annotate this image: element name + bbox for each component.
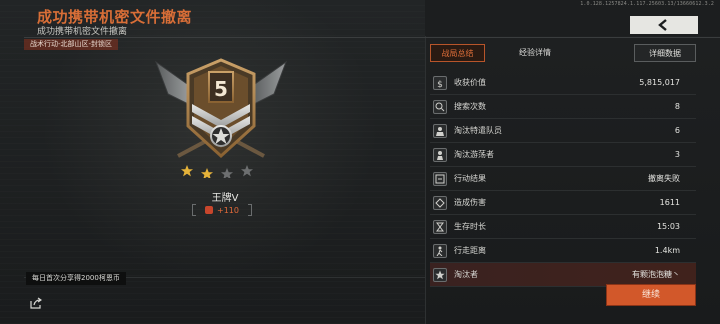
player-name: 王牌V <box>211 193 239 204</box>
stat-row-damage: 造成伤害 1611 <box>430 191 696 215</box>
search-icon <box>433 99 447 114</box>
soldier-icon <box>433 123 447 138</box>
bracket-left <box>192 204 196 216</box>
tab-experience[interactable]: 经验详情 <box>510 44 560 62</box>
stat-label: 造成伤害 <box>454 198 486 207</box>
stat-row-value: $ 收获价值 5,815,017 <box>430 71 696 95</box>
stat-label: 生存时长 <box>454 222 486 231</box>
damage-icon <box>433 195 447 210</box>
svg-text:$: $ <box>437 80 443 88</box>
build-info: 1.0.128.1257824.1.117.25603.13/13660612.… <box>580 1 714 7</box>
rank-stars <box>181 165 253 178</box>
rank-number: 5 <box>214 77 228 101</box>
share-icon[interactable] <box>30 297 42 309</box>
star-filled-icon <box>201 168 213 178</box>
wanderer-icon <box>433 147 447 162</box>
stat-label: 行动结果 <box>454 174 486 183</box>
hourglass-icon <box>433 219 447 234</box>
stat-label: 淘汰游荡者 <box>454 150 494 159</box>
stats-list: $ 收获价值 5,815,017 搜索次数 8 淘汰特遣队员 6 淘汰游荡者 3… <box>430 71 696 287</box>
walk-icon <box>433 243 447 258</box>
stat-row-wanderers: 淘汰游荡者 3 <box>430 143 696 167</box>
detail-data-button[interactable]: 详细数据 <box>634 44 696 62</box>
action-icon <box>433 171 447 186</box>
stat-row-soldiers: 淘汰特遣队员 6 <box>430 119 696 143</box>
stat-row-search: 搜索次数 8 <box>430 95 696 119</box>
stat-row-survival: 生存时长 15:03 <box>430 215 696 239</box>
stat-label: 收获价值 <box>454 78 486 87</box>
header-divider <box>24 37 720 38</box>
tab-summary[interactable]: 战局总结 <box>430 44 485 62</box>
stat-label: 搜索次数 <box>454 102 486 111</box>
area-tag: 战术行动-北部山区-封锁区 <box>24 39 119 50</box>
stat-row-action: 行动结果 撤离失败 <box>430 167 696 191</box>
stat-value: 有颗泡泡糖丶 <box>632 270 680 279</box>
exp-icon <box>205 206 213 214</box>
dollar-icon: $ <box>433 75 447 90</box>
stat-row-killer: 淘汰者 有颗泡泡糖丶 <box>430 263 696 287</box>
rank-badge-icon: 5 <box>154 58 288 159</box>
stat-value: 6 <box>674 126 680 135</box>
stat-value: 8 <box>674 102 680 111</box>
share-tip: 每日首次分享得2000柯恩币 <box>26 272 126 285</box>
chevron-left-icon <box>658 19 667 31</box>
continue-button[interactable]: 继续 <box>607 285 695 305</box>
stat-value: 1611 <box>659 198 680 207</box>
result-tabs: 战局总结 经验详情 详细数据 <box>430 44 696 62</box>
stat-row-distance: 行走距离 1.4km <box>430 239 696 263</box>
stat-value: 3 <box>674 150 680 159</box>
back-button[interactable] <box>630 16 698 34</box>
stat-label: 淘汰者 <box>454 270 478 279</box>
stat-value: 撤离失败 <box>648 174 680 183</box>
stat-label: 行走距离 <box>454 246 486 255</box>
stat-value: 15:03 <box>656 222 680 231</box>
star-filled-icon <box>181 165 193 177</box>
page-subtitle: 成功携带机密文件撤离 <box>37 27 128 37</box>
star-empty-icon <box>241 165 253 177</box>
stat-value: 1.4km <box>654 246 680 255</box>
bracket-right <box>248 204 252 216</box>
stat-value: 5,815,017 <box>639 78 680 87</box>
star-empty-icon <box>221 168 233 178</box>
exp-value: +110 <box>217 205 239 215</box>
stat-label: 淘汰特遣队员 <box>454 126 502 135</box>
exp-gain: +110 <box>192 204 252 216</box>
star-icon <box>433 267 447 282</box>
